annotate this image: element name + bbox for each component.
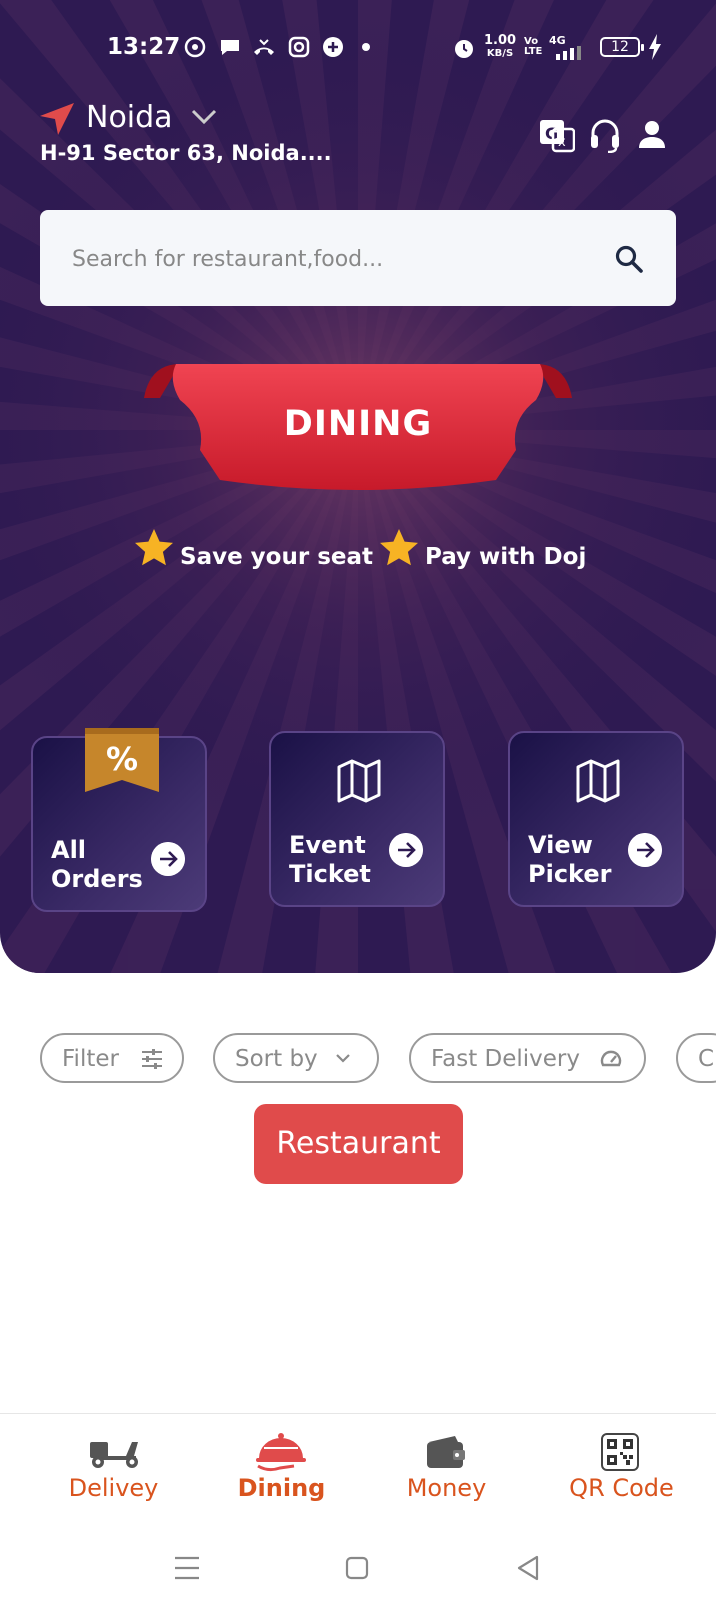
app-icon	[323, 37, 343, 57]
star-icon	[380, 529, 418, 566]
filter-chip[interactable]: Filter	[40, 1033, 184, 1083]
profile-icon[interactable]	[638, 120, 666, 148]
wallet-icon	[427, 1436, 465, 1468]
back-icon[interactable]	[516, 1555, 540, 1581]
svg-text:%: %	[106, 740, 138, 778]
status-bar: 13:27 1.00 KB/S Vo LTE 4G 12	[0, 28, 716, 68]
instagram-icon	[288, 36, 310, 58]
chevron-down-icon	[336, 1054, 350, 1063]
scooter-icon	[90, 1442, 138, 1468]
nav-delivery[interactable]: Delivey	[24, 1414, 203, 1529]
delivery-address[interactable]: H-91 Sector 63, Noida....	[40, 141, 332, 165]
arrow-right-icon[interactable]	[628, 833, 662, 867]
chat-icon	[221, 40, 239, 55]
battery-indicator: 12	[600, 37, 644, 57]
sliders-icon	[142, 1049, 162, 1069]
svg-text:x: x	[558, 135, 566, 150]
qr-code-icon	[601, 1433, 639, 1471]
more-dot-icon	[362, 43, 370, 51]
system-navigation-bar	[0, 1528, 716, 1600]
nav-money[interactable]: Money	[357, 1414, 536, 1529]
cloche-icon	[256, 1433, 306, 1472]
nav-dining[interactable]: Dining	[192, 1414, 371, 1529]
city-name[interactable]: Noida	[86, 100, 173, 135]
charging-icon	[649, 34, 661, 60]
card-label: View Picker	[528, 831, 612, 888]
whatsapp-icon	[184, 36, 206, 58]
sort-by-chip[interactable]: Sort by	[213, 1033, 379, 1083]
speedometer-icon	[600, 1050, 622, 1067]
search-icon[interactable]	[614, 244, 644, 274]
fast-delivery-chip[interactable]: Fast Delivery	[409, 1033, 646, 1083]
location-arrow-icon[interactable]	[40, 103, 74, 135]
map-icon	[576, 759, 620, 803]
discount-badge-icon: %	[85, 728, 159, 792]
status-time: 13:27	[107, 34, 181, 60]
map-icon	[337, 759, 381, 803]
arrow-right-icon[interactable]	[151, 842, 185, 876]
more-filter-chip[interactable]: C	[676, 1033, 716, 1083]
card-event-ticket[interactable]: Event Ticket	[269, 731, 445, 907]
nav-qr-code[interactable]: QR Code	[532, 1414, 711, 1529]
restaurant-button[interactable]: Restaurant	[254, 1104, 463, 1184]
card-all-orders[interactable]: % All Orders	[31, 728, 207, 912]
arrow-right-icon[interactable]	[389, 833, 423, 867]
translate-icon[interactable]: Gx	[539, 117, 575, 153]
hero-section: 13:27 1.00 KB/S Vo LTE 4G 12 Noida H-91 S…	[0, 0, 716, 973]
card-label: Event Ticket	[289, 831, 371, 888]
chevron-down-icon[interactable]	[190, 108, 218, 126]
volte-indicator: Vo LTE	[524, 36, 543, 57]
bottom-navigation: Delivey Dining Money QR Code	[0, 1413, 716, 1529]
card-view-picker[interactable]: View Picker	[508, 731, 684, 907]
menu-icon[interactable]	[174, 1556, 200, 1580]
alarm-icon	[455, 40, 473, 58]
home-icon[interactable]	[345, 1556, 369, 1580]
missed-call-icon	[254, 39, 274, 55]
card-label: All Orders	[51, 836, 143, 893]
net-speed: 1.00 KB/S	[484, 33, 517, 59]
star-icon	[135, 529, 173, 566]
banner-title: DINING	[283, 404, 433, 444]
search-bar[interactable]	[40, 210, 676, 306]
svg-text:G: G	[545, 124, 558, 143]
headset-icon[interactable]	[589, 117, 621, 153]
search-input[interactable]	[70, 234, 594, 284]
signal-icon	[556, 46, 581, 60]
